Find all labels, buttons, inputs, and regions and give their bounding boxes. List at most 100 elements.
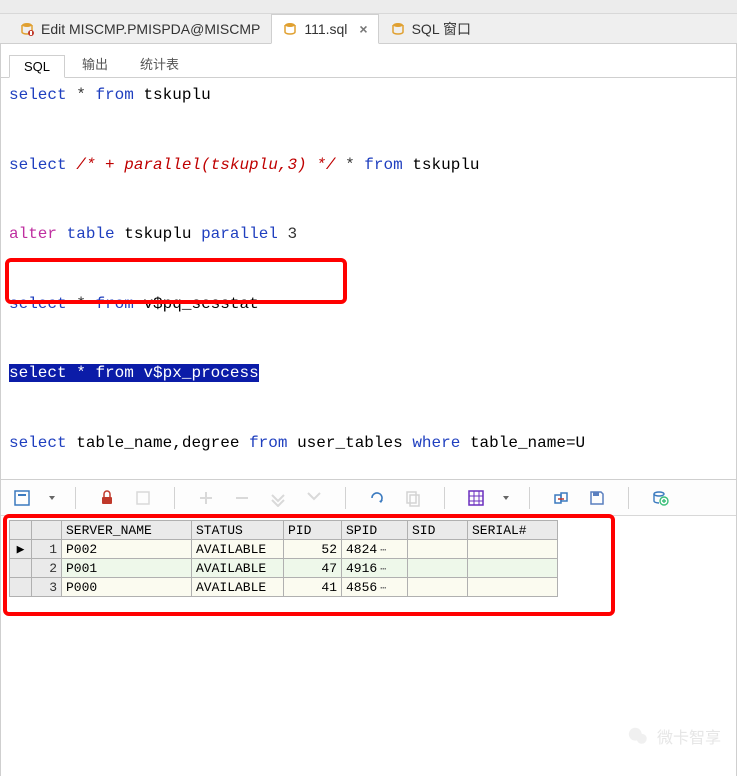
- cell-spid[interactable]: 4856⋯: [342, 578, 408, 597]
- export-button[interactable]: [550, 487, 572, 509]
- kw-select: select: [9, 86, 67, 104]
- result-toolbar: [1, 480, 736, 516]
- separator: [345, 487, 346, 509]
- spid-value: 4824: [346, 542, 377, 557]
- spid-value: 4856: [346, 580, 377, 595]
- chevron-down-icon[interactable]: [503, 496, 509, 500]
- tab-label: Edit MISCMP.PMISPDA@MISCMP: [41, 21, 260, 37]
- document-tab-strip: Edit MISCMP.PMISPDA@MISCMP 111.sql × SQL…: [0, 14, 737, 44]
- separator: [174, 487, 175, 509]
- ident-tskuplu: tskuplu: [143, 86, 210, 104]
- separator: [444, 487, 445, 509]
- save-button[interactable]: [586, 487, 608, 509]
- literal-3: 3: [288, 225, 298, 243]
- tab-edit-miscmp[interactable]: Edit MISCMP.PMISPDA@MISCMP: [8, 14, 271, 43]
- duplicate-button[interactable]: [267, 487, 289, 509]
- col-pid[interactable]: PID: [284, 521, 342, 540]
- col-server-name[interactable]: SERVER_NAME: [62, 521, 192, 540]
- cell-sid[interactable]: [408, 578, 468, 597]
- tab-output[interactable]: 输出: [67, 50, 123, 77]
- cell-serial[interactable]: [468, 578, 558, 597]
- cell-pid[interactable]: 41: [284, 578, 342, 597]
- kw-alter: alter: [9, 225, 57, 243]
- table-row[interactable]: 3 P000 AVAILABLE 41 4856⋯: [10, 578, 558, 597]
- add-row-button[interactable]: [195, 487, 217, 509]
- ellipsis-icon[interactable]: ⋯: [377, 546, 385, 557]
- kw-from: from: [364, 156, 402, 174]
- kw-table: table: [67, 225, 115, 243]
- tab-111-sql[interactable]: 111.sql ×: [271, 14, 378, 44]
- ellipsis-icon[interactable]: ⋯: [377, 565, 385, 576]
- star: *: [76, 295, 86, 313]
- cell-pid[interactable]: 47: [284, 559, 342, 578]
- chevron-down-icon[interactable]: [49, 496, 55, 500]
- kw-from: from: [95, 86, 133, 104]
- table-row[interactable]: 2 P001 AVAILABLE 47 4916⋯: [10, 559, 558, 578]
- cell-spid[interactable]: 4916⋯: [342, 559, 408, 578]
- cell-server-name[interactable]: P000: [62, 578, 192, 597]
- tab-label: SQL 窗口: [412, 19, 471, 39]
- ident-user-tables: user_tables: [297, 434, 403, 452]
- lock-button[interactable]: [96, 487, 118, 509]
- delete-row-button[interactable]: [231, 487, 253, 509]
- hint-comment: /* + parallel(tskuplu,3) */: [76, 156, 335, 174]
- results-table[interactable]: SERVER_NAME STATUS PID SPID SID SERIAL# …: [9, 520, 558, 597]
- cell-serial[interactable]: [468, 540, 558, 559]
- close-icon[interactable]: ×: [359, 22, 367, 36]
- kw-where: where: [412, 434, 460, 452]
- tab-sql-window[interactable]: SQL 窗口: [379, 14, 482, 43]
- cell-status[interactable]: AVAILABLE: [192, 559, 284, 578]
- col-sid[interactable]: SID: [408, 521, 468, 540]
- separator: [75, 487, 76, 509]
- col-spid[interactable]: SPID: [342, 521, 408, 540]
- col-list: table_name,degree: [76, 434, 239, 452]
- spid-value: 4916: [346, 561, 377, 576]
- tab-stats[interactable]: 统计表: [125, 50, 194, 77]
- edit-button[interactable]: [132, 487, 154, 509]
- tab-label: 111.sql: [304, 21, 347, 37]
- cell-sid[interactable]: [408, 540, 468, 559]
- star: *: [76, 86, 86, 104]
- kw-from: from: [95, 295, 133, 313]
- row-number: 2: [32, 559, 62, 578]
- cell-spid[interactable]: 4824⋯: [342, 540, 408, 559]
- row-selector[interactable]: ▶: [10, 540, 32, 559]
- row-selector-header: [10, 521, 32, 540]
- cell-serial[interactable]: [468, 559, 558, 578]
- sql-editor[interactable]: select * from tskuplu select /* + parall…: [1, 78, 736, 480]
- watermark-text: 微卡智享: [657, 724, 721, 748]
- kw-parallel: parallel: [201, 225, 278, 243]
- table-header-row: SERVER_NAME STATUS PID SPID SID SERIAL#: [10, 521, 558, 540]
- fetch-page-button[interactable]: [11, 487, 33, 509]
- db-sql-icon: [282, 21, 298, 37]
- table-row[interactable]: ▶ 1 P002 AVAILABLE 52 4824⋯: [10, 540, 558, 559]
- row-number: 1: [32, 540, 62, 559]
- kw-select: select: [9, 295, 67, 313]
- star: *: [345, 156, 355, 174]
- commit-button[interactable]: [303, 487, 325, 509]
- cell-server-name[interactable]: P001: [62, 559, 192, 578]
- cell-pid[interactable]: 52: [284, 540, 342, 559]
- col-serial[interactable]: SERIAL#: [468, 521, 558, 540]
- db-sql-icon: [390, 21, 406, 37]
- copy-button[interactable]: [402, 487, 424, 509]
- refresh-button[interactable]: [366, 487, 388, 509]
- wechat-icon: [627, 725, 649, 747]
- ident-tskuplu: tskuplu: [124, 225, 191, 243]
- selected-statement: select * from v$px_process: [9, 364, 259, 382]
- cell-sid[interactable]: [408, 559, 468, 578]
- row-selector[interactable]: [10, 578, 32, 597]
- row-selector[interactable]: [10, 559, 32, 578]
- grid-view-button[interactable]: [465, 487, 487, 509]
- menu-bar: [0, 0, 737, 14]
- tab-sql[interactable]: SQL: [9, 55, 65, 78]
- ellipsis-icon[interactable]: ⋯: [377, 584, 385, 595]
- cell-status[interactable]: AVAILABLE: [192, 578, 284, 597]
- cell-server-name[interactable]: P002: [62, 540, 192, 559]
- separator: [529, 487, 530, 509]
- kw-select: select: [9, 156, 67, 174]
- col-status[interactable]: STATUS: [192, 521, 284, 540]
- print-button[interactable]: [649, 487, 671, 509]
- cell-status[interactable]: AVAILABLE: [192, 540, 284, 559]
- inner-tab-strip: SQL 输出 统计表: [1, 44, 736, 78]
